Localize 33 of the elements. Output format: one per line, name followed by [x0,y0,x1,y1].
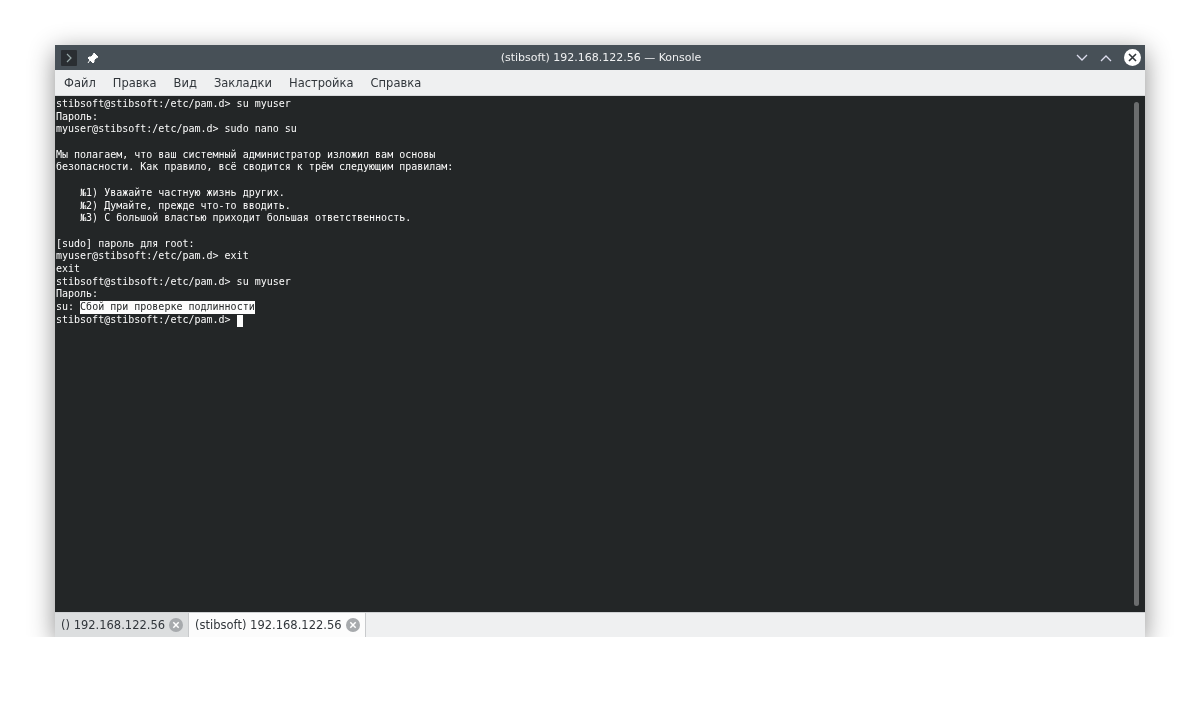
terminal-line: [sudo] пароль для root: [56,237,195,251]
scrollbar[interactable] [1134,102,1139,606]
tab-label[interactable]: () 192.168.122.56 [61,618,166,632]
tab-label[interactable]: (stibsoft) 192.168.122.56 [195,618,342,632]
menu-item[interactable]: Настройка [282,75,361,90]
tab[interactable]: (stibsoft) 192.168.122.56 [189,613,366,637]
terminal-line: №3) С большой властью приходит большая ответственность. [79,212,412,225]
terminal-line: su: [56,301,76,314]
terminal-line: exit [56,262,81,276]
terminal-line: myuser@stibsoft:/etc/pam.d> exit [56,250,249,263]
terminal-line: №1) Уважайте частную жизнь других. [79,186,285,200]
close-icon[interactable] [1124,49,1141,66]
selected-text: Сбой при проверке подлинности [80,301,255,314]
terminal-line: stibsoft@stibsoft:/etc/pam.d> [56,313,232,327]
terminal-icon[interactable] [61,49,77,66]
terminal-line: Пароль: [56,110,99,124]
terminal-line: Пароль: [56,288,99,301]
terminal-line: Мы полагаем, что ваш системный администратор изложил вам основы [56,148,436,162]
window-title: (stibsoft) 192.168.122.56 — Konsole [499,51,703,64]
minimize-icon[interactable] [1076,53,1088,62]
terminal-line: №2) Думайте, прежде что-то вводить. [79,199,291,212]
pin-icon[interactable] [87,51,99,64]
terminal-line: безопасности. Как правило, всё сводится к трём следующим правилам: [56,161,454,175]
tab[interactable]: () 192.168.122.56 [55,613,190,637]
terminal-line: stibsoft@stibsoft:/etc/pam.d> su myuser [56,98,291,111]
terminal-line: stibsoft@stibsoft:/etc/pam.d> su myuser [56,275,291,289]
menu-item[interactable]: Файл [57,75,103,90]
menu-item[interactable]: Закладки [206,75,279,90]
terminal-line: myuser@stibsoft:/etc/pam.d> sudo nano su [56,123,297,137]
menu-item[interactable]: Правка [105,75,164,90]
menu-item[interactable]: Справка [363,75,429,90]
menu-item[interactable]: Вид [166,75,204,90]
maximize-icon[interactable] [1100,53,1112,62]
